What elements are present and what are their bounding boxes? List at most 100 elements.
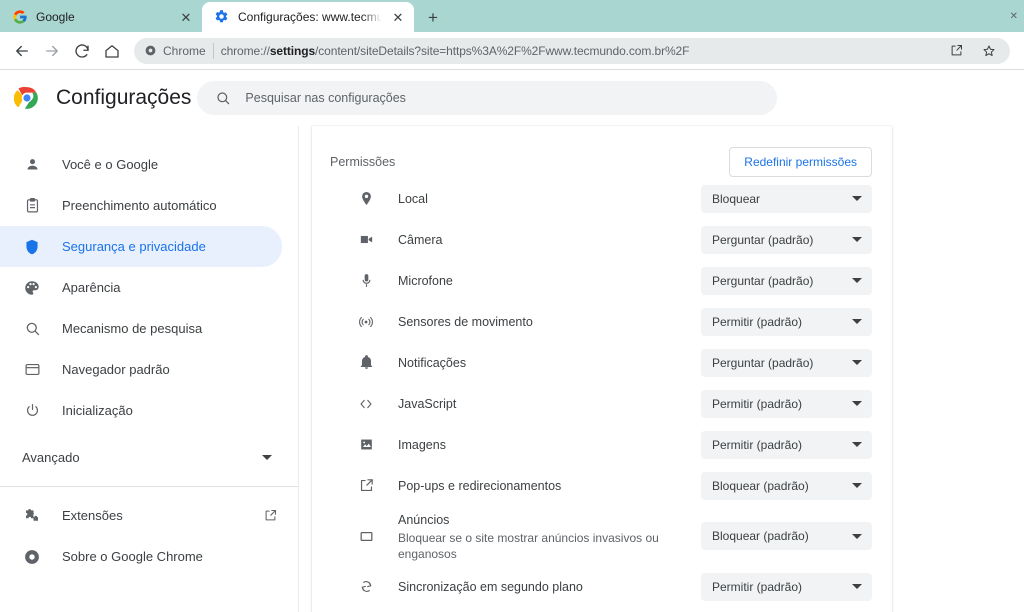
permission-text: JavaScript xyxy=(398,395,701,413)
sidebar-item-search-engine[interactable]: Mecanismo de pesquisa xyxy=(0,308,282,349)
permissions-header: Permissões Redefinir permissões xyxy=(312,126,892,178)
chevron-down-icon xyxy=(262,455,272,460)
omnibox-divider xyxy=(212,42,214,59)
tab-strip: Google ✕ Configurações: www.tecmundo.c ✕… xyxy=(0,0,1024,32)
code-brackets-icon xyxy=(356,394,376,414)
permission-row-camera[interactable]: Câmera Perguntar (padrão) xyxy=(312,219,892,260)
settings-body: Você e o Google Preenchimento automático… xyxy=(0,126,1024,612)
palette-icon xyxy=(22,278,42,298)
permission-row-ads[interactable]: Anúncios Bloquear se o site mostrar anún… xyxy=(312,506,892,566)
sidebar-item-startup[interactable]: Inicialização xyxy=(0,390,282,431)
permission-label: Pop-ups e redirecionamentos xyxy=(398,478,562,493)
permission-value: Perguntar (padrão) xyxy=(712,355,814,370)
close-window-icon[interactable]: ✕ xyxy=(1010,11,1018,22)
google-favicon xyxy=(12,9,28,25)
permission-row-partial[interactable] xyxy=(312,607,892,612)
settings-header: Configurações Pesquisar nas configuraçõe… xyxy=(0,70,1024,126)
permission-label: Local xyxy=(398,191,428,206)
reset-permissions-button[interactable]: Redefinir permissões xyxy=(729,147,872,177)
search-placeholder: Pesquisar nas configurações xyxy=(245,91,406,105)
permission-select-javascript[interactable]: Permitir (padrão) xyxy=(701,389,872,418)
sidebar-item-default-browser[interactable]: Navegador padrão xyxy=(0,349,282,390)
permission-text: Pop-ups e redirecionamentos xyxy=(398,477,701,495)
image-icon xyxy=(356,435,376,455)
permission-select-microphone[interactable]: Perguntar (padrão) xyxy=(701,266,872,295)
sidebar-item-autofill[interactable]: Preenchimento automático xyxy=(0,185,282,226)
sidebar-item-label: Mecanismo de pesquisa xyxy=(62,321,203,336)
url-text: chrome://settings/content/siteDetails?si… xyxy=(221,44,936,58)
permission-text: Microfone xyxy=(398,272,701,290)
permission-select-motion-sensors[interactable]: Permitir (padrão) xyxy=(701,307,872,336)
permission-text: Imagens xyxy=(398,436,701,454)
chevron-down-icon xyxy=(852,401,862,406)
permission-row-popups[interactable]: Pop-ups e redirecionamentos Bloquear (pa… xyxy=(312,465,892,506)
permission-select-camera[interactable]: Perguntar (padrão) xyxy=(701,225,872,254)
forward-button[interactable] xyxy=(38,37,66,65)
share-icon[interactable] xyxy=(943,38,969,64)
sidebar-item-label: Inicialização xyxy=(62,403,133,418)
permission-value: Perguntar (padrão) xyxy=(712,232,814,247)
permission-row-microphone[interactable]: Microfone Perguntar (padrão) xyxy=(312,260,892,301)
sidebar-item-about-chrome[interactable]: Sobre o Google Chrome xyxy=(0,536,282,577)
person-icon xyxy=(22,155,42,175)
permission-text: Local xyxy=(398,190,701,208)
permission-label: Câmera xyxy=(398,232,443,247)
site-details-card: Permissões Redefinir permissões Local Bl… xyxy=(312,126,892,612)
permission-select-local[interactable]: Bloquear xyxy=(701,184,872,213)
sidebar-item-you-and-google[interactable]: Você e o Google xyxy=(0,144,282,185)
sidebar-item-label: Extensões xyxy=(62,508,123,523)
sidebar-item-advanced[interactable]: Avançado xyxy=(0,437,298,478)
permission-row-local[interactable]: Local Bloquear xyxy=(312,178,892,219)
permission-select-ads[interactable]: Bloquear (padrão) xyxy=(701,522,872,550)
permission-select-images[interactable]: Permitir (padrão) xyxy=(701,430,872,459)
permission-select-background-sync[interactable]: Permitir (padrão) xyxy=(701,572,872,601)
chevron-down-icon xyxy=(852,483,862,488)
chevron-down-icon xyxy=(852,442,862,447)
site-chip: Chrome xyxy=(144,44,206,58)
permission-select-notifications[interactable]: Perguntar (padrão) xyxy=(701,348,872,377)
tab-title: Configurações: www.tecmundo.c xyxy=(238,10,382,24)
sidebar-item-extensions[interactable]: Extensões xyxy=(0,495,282,536)
gear-favicon xyxy=(214,9,230,25)
reload-button[interactable] xyxy=(68,37,96,65)
search-icon xyxy=(215,90,231,106)
close-icon[interactable]: ✕ xyxy=(390,9,406,25)
permission-row-images[interactable]: Imagens Permitir (padrão) xyxy=(312,424,892,465)
permission-row-motion-sensors[interactable]: Sensores de movimento Permitir (padrão) xyxy=(312,301,892,342)
sidebar-item-label: Aparência xyxy=(62,280,121,295)
sync-icon xyxy=(356,577,376,597)
close-icon[interactable]: ✕ xyxy=(178,9,194,25)
chrome-logo xyxy=(13,85,40,111)
permission-text: Sensores de movimento xyxy=(398,313,701,331)
permission-row-background-sync[interactable]: Sincronização em segundo plano Permitir … xyxy=(312,566,892,607)
open-in-new-icon[interactable] xyxy=(263,508,278,523)
sidebar-divider xyxy=(0,486,298,487)
permission-row-notifications[interactable]: Notificações Perguntar (padrão) xyxy=(312,342,892,383)
home-button[interactable] xyxy=(98,37,126,65)
permission-row-javascript[interactable]: JavaScript Permitir (padrão) xyxy=(312,383,892,424)
sidebar-item-appearance[interactable]: Aparência xyxy=(0,267,282,308)
sidebar-item-security-privacy[interactable]: Segurança e privacidade xyxy=(0,226,282,267)
settings-sidebar: Você e o Google Preenchimento automático… xyxy=(0,126,299,612)
browser-tab-settings[interactable]: Configurações: www.tecmundo.c ✕ xyxy=(202,2,414,32)
star-icon[interactable] xyxy=(976,38,1002,64)
permission-value: Bloquear xyxy=(712,191,761,206)
clipboard-icon xyxy=(22,196,42,216)
window-controls: ✕ xyxy=(1010,0,1024,32)
chevron-down-icon xyxy=(852,360,862,365)
browser-window-icon xyxy=(22,360,42,380)
permission-description: Bloquear se o site mostrar anúncios inva… xyxy=(398,530,659,561)
permission-select-popups[interactable]: Bloquear (padrão) xyxy=(701,471,872,500)
address-bar[interactable]: Chrome chrome://settings/content/siteDet… xyxy=(134,37,1010,64)
browser-tab-google[interactable]: Google ✕ xyxy=(0,2,202,32)
search-input[interactable]: Pesquisar nas configurações xyxy=(197,81,778,115)
tab-title: Google xyxy=(36,10,75,24)
permission-value: Perguntar (padrão) xyxy=(712,273,814,288)
camera-icon xyxy=(356,230,376,250)
new-tab-button[interactable]: + xyxy=(418,2,448,32)
back-button[interactable] xyxy=(8,37,36,65)
shield-icon xyxy=(22,237,42,257)
sidebar-item-label: Segurança e privacidade xyxy=(62,239,206,254)
chevron-down-icon xyxy=(852,533,862,539)
settings-search-wrap: Pesquisar nas configurações xyxy=(191,81,1024,115)
